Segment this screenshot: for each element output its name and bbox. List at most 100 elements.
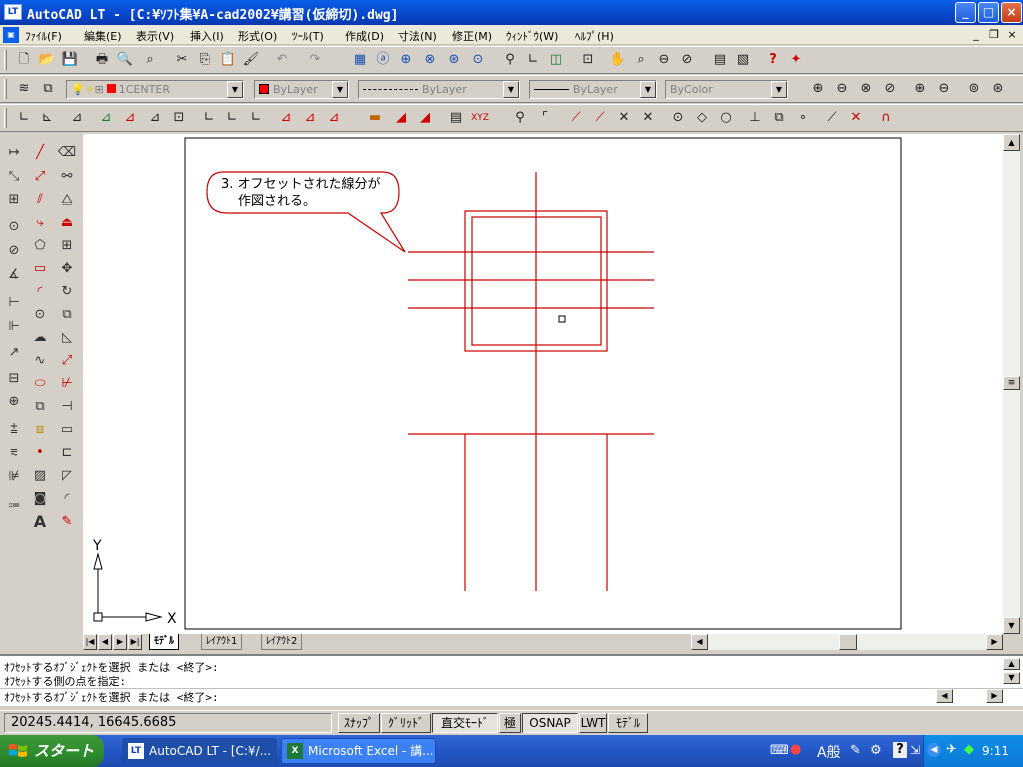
lengthen-icon[interactable]: ⤢ xyxy=(56,350,78,372)
dropdown-arrow-icon[interactable]: ▼ xyxy=(640,81,656,98)
multiline-icon[interactable]: ⫽ xyxy=(29,189,51,211)
language-bar-icon[interactable]: ⇲ xyxy=(910,743,920,757)
network-icon[interactable]: ◆ xyxy=(964,742,974,757)
explode-icon[interactable]: ✎ xyxy=(56,511,78,533)
close-button[interactable]: × xyxy=(1001,2,1022,23)
today-icon[interactable]: ⊙ xyxy=(468,50,488,70)
tab-first-icon[interactable]: |◀ xyxy=(83,634,97,650)
zoom-dynamic-icon[interactable]: ⊗ xyxy=(856,79,876,99)
tab-last-icon[interactable]: ▶| xyxy=(128,634,142,650)
ime-help-icon[interactable]: ? xyxy=(893,742,907,758)
undo-icon[interactable]: ↶ xyxy=(272,50,292,70)
dropdown-arrow-icon[interactable]: ▼ xyxy=(771,81,787,98)
cmd-hscroll-left-icon[interactable]: ◀ xyxy=(936,689,953,703)
snap-apparent-intersection-icon[interactable]: ✕ xyxy=(638,108,658,128)
menu-window[interactable]: ｳｨﾝﾄﾞｳ(W) xyxy=(506,28,558,44)
scale-icon[interactable]: ⧉ xyxy=(56,304,78,326)
menu-edit[interactable]: 編集(E) xyxy=(84,28,122,44)
dim-radius-icon[interactable]: ⊙ xyxy=(3,216,25,238)
dim-style-icon[interactable]: ⩴ xyxy=(3,494,25,516)
zoom-extents-icon[interactable]: ⊘ xyxy=(677,50,697,70)
task-autocad[interactable]: LT AutoCAD LT - [C:¥/... xyxy=(122,738,277,764)
color-combo[interactable]: ByLayer ▼ xyxy=(254,80,349,99)
dim-baseline-icon[interactable]: ⊢ xyxy=(3,292,25,314)
toolbar-grip[interactable] xyxy=(4,108,7,128)
ucs-previous-icon[interactable]: ⊾ xyxy=(37,108,57,128)
menu-view[interactable]: 表示(V) xyxy=(136,28,174,44)
mdi-minimize-button[interactable]: _ xyxy=(968,28,984,42)
horizontal-scrollbar[interactable]: ◀ ▶ xyxy=(691,634,1003,650)
center-mark-icon[interactable]: ⊕ xyxy=(3,391,25,413)
dim-continue-icon[interactable]: ⊩ xyxy=(3,316,25,338)
zoom-realtime-icon[interactable]: ⊕ xyxy=(808,79,828,99)
plotstyle-combo[interactable]: ByColor ▼ xyxy=(665,80,788,99)
menu-insert[interactable]: 挿入(I) xyxy=(190,28,224,44)
cmd-scroll-up-icon[interactable]: ▲ xyxy=(1003,658,1020,670)
ucs-z-icon[interactable]: ∟ xyxy=(246,108,266,128)
coordinate-display[interactable]: 20245.4414, 16645.6685 xyxy=(4,713,332,733)
ellipse-icon[interactable]: ⬭ xyxy=(29,373,51,395)
etransmit-icon[interactable]: ⊛ xyxy=(444,50,464,70)
trim-icon[interactable]: ⊬ xyxy=(56,373,78,395)
help-icon[interactable]: ? xyxy=(763,50,783,70)
lineweight-combo[interactable]: ByLayer ▼ xyxy=(529,80,657,99)
document-icon[interactable]: ▣ xyxy=(3,27,19,43)
layer-manager-icon[interactable]: ⧉ xyxy=(38,79,58,99)
tab-model[interactable]: ﾓﾃﾞﾙ xyxy=(149,634,179,650)
snap-toggle[interactable]: ｽﾅｯﾌﾟ xyxy=(338,713,380,733)
tool-palette-icon[interactable]: ▧ xyxy=(733,50,753,70)
ucs-named-icon[interactable]: ⊿ xyxy=(300,108,320,128)
ortho-toggle[interactable]: 直交ﾓｰﾄﾞ xyxy=(432,713,498,733)
snap-none-icon[interactable]: ✕ xyxy=(846,108,866,128)
mdi-restore-button[interactable]: ❐ xyxy=(986,28,1002,42)
offset-icon[interactable]: ⏏ xyxy=(56,212,78,234)
toolbar-grip[interactable] xyxy=(4,79,7,99)
make-layer-current-icon[interactable]: ≋ xyxy=(14,79,34,99)
keyboard-icon[interactable]: ⌨ xyxy=(770,743,789,758)
osnap-toggle[interactable]: OSNAP xyxy=(522,713,578,733)
ime-pad-icon[interactable]: ✎ xyxy=(850,743,861,758)
tab-prev-icon[interactable]: ◀ xyxy=(98,634,112,650)
zoom-realtime-icon[interactable]: ✋ xyxy=(608,50,628,70)
cmd-hscroll-right-icon[interactable]: ▶ xyxy=(986,689,1003,703)
zoom-in-icon[interactable]: ⊕ xyxy=(910,79,930,99)
ime-mode-label[interactable]: A般 xyxy=(817,742,841,762)
hyperlink-icon[interactable]: ⓐ xyxy=(373,50,393,70)
layer-combo[interactable]: 💡☼⊞ 1CENTER ▼ xyxy=(66,80,244,99)
mdi-close-button[interactable]: × xyxy=(1004,28,1020,42)
scroll-right-icon[interactable]: ▶ xyxy=(986,634,1003,650)
zoom-out-icon[interactable]: ⊖ xyxy=(934,79,954,99)
dim-aligned-icon[interactable]: ◢ xyxy=(391,108,411,128)
osnap-settings-icon[interactable]: ∩ xyxy=(876,108,896,128)
spline-icon[interactable]: ∿ xyxy=(29,350,51,372)
snap-nearest-icon[interactable]: ⟋ xyxy=(822,108,842,128)
extend-icon[interactable]: ⊣ xyxy=(56,396,78,418)
tolerance-icon[interactable]: ⊟ xyxy=(3,368,25,390)
snap-center-icon[interactable]: ⊙ xyxy=(668,108,688,128)
print-icon[interactable]: 🖶 xyxy=(92,50,112,70)
minimize-button[interactable]: _ xyxy=(955,2,976,23)
fillet-icon[interactable]: ◜ xyxy=(56,488,78,510)
dim-angular-icon[interactable]: ∡ xyxy=(3,264,25,286)
vertical-scrollbar[interactable]: ▲ ≡ ▼ xyxy=(1003,134,1020,634)
snap-parallel-icon[interactable]: ⧉ xyxy=(769,108,789,128)
dim-update-icon[interactable]: ⊯ xyxy=(3,466,25,488)
clock[interactable]: 9:11 xyxy=(982,735,1009,767)
grid-toggle[interactable]: ｸﾞﾘｯﾄﾞ xyxy=(381,713,431,733)
ucs-icon[interactable]: ∟ xyxy=(523,50,543,70)
revision-cloud-icon[interactable]: ☁ xyxy=(29,327,51,349)
display-order-icon[interactable]: ◫ xyxy=(546,50,566,70)
autocad-app-icon[interactable]: LT xyxy=(4,4,22,20)
osnap-from-icon[interactable]: ⌜ xyxy=(535,108,555,128)
dim-ordinate-icon[interactable]: ⊞ xyxy=(3,189,25,211)
tray-expand-icon[interactable]: ◀ xyxy=(927,743,941,757)
dropdown-arrow-icon[interactable]: ▼ xyxy=(332,81,348,98)
task-excel[interactable]: X Microsoft Excel - 講... xyxy=(281,738,436,764)
construction-line-icon[interactable]: ⤢ xyxy=(29,166,51,188)
tab-layout2[interactable]: ﾚｲｱｳﾄ2 xyxy=(261,634,303,650)
zoom-window-icon[interactable]: ⌕ xyxy=(631,50,651,70)
tab-next-icon[interactable]: ▶ xyxy=(113,634,127,650)
chamfer-icon[interactable]: ◸ xyxy=(56,465,78,487)
make-block-icon[interactable]: ⧈ xyxy=(29,419,51,441)
express-icon[interactable]: ✦ xyxy=(786,50,806,70)
